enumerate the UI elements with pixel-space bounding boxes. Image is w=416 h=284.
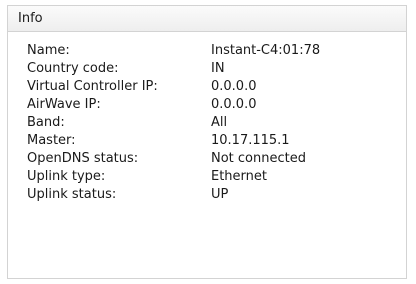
info-label: Uplink type: — [27, 169, 106, 184]
info-value: Not connected — [211, 151, 306, 166]
info-label: OpenDNS status: — [27, 151, 139, 166]
info-value: All — [211, 115, 228, 130]
info-value: IN — [211, 61, 225, 76]
info-label: Master: — [27, 133, 76, 148]
info-value: UP — [211, 187, 229, 202]
info-label: Band: — [27, 115, 65, 130]
info-row-name: Name: Instant-C4:01:78 — [27, 42, 320, 60]
info-value: 0.0.0.0 — [211, 79, 257, 94]
info-label: AirWave IP: — [27, 97, 101, 112]
info-row-country-code: Country code: IN — [27, 60, 320, 78]
panel-title: Info — [8, 6, 406, 32]
info-value: Instant-C4:01:78 — [211, 43, 321, 58]
info-label: Virtual Controller IP: — [27, 79, 158, 94]
info-panel: Info Name: Instant-C4:01:78 Country code… — [7, 5, 407, 279]
info-label: Country code: — [27, 61, 119, 76]
info-value: Ethernet — [211, 169, 267, 184]
info-row-band: Band: All — [27, 114, 320, 132]
info-row-uplink-type: Uplink type: Ethernet — [27, 168, 320, 186]
info-row-airwave-ip: AirWave IP: 0.0.0.0 — [27, 96, 320, 114]
info-row-uplink-status: Uplink status: UP — [27, 186, 320, 204]
info-row-master: Master: 10.17.115.1 — [27, 132, 320, 150]
info-label: Name: — [27, 43, 70, 58]
info-row-virtual-controller-ip: Virtual Controller IP: 0.0.0.0 — [27, 78, 320, 96]
info-table: Name: Instant-C4:01:78 Country code: IN … — [27, 42, 320, 204]
info-label: Uplink status: — [27, 187, 117, 202]
info-value: 0.0.0.0 — [211, 97, 257, 112]
info-value: 10.17.115.1 — [211, 133, 290, 148]
info-row-opendns-status: OpenDNS status: Not connected — [27, 150, 320, 168]
